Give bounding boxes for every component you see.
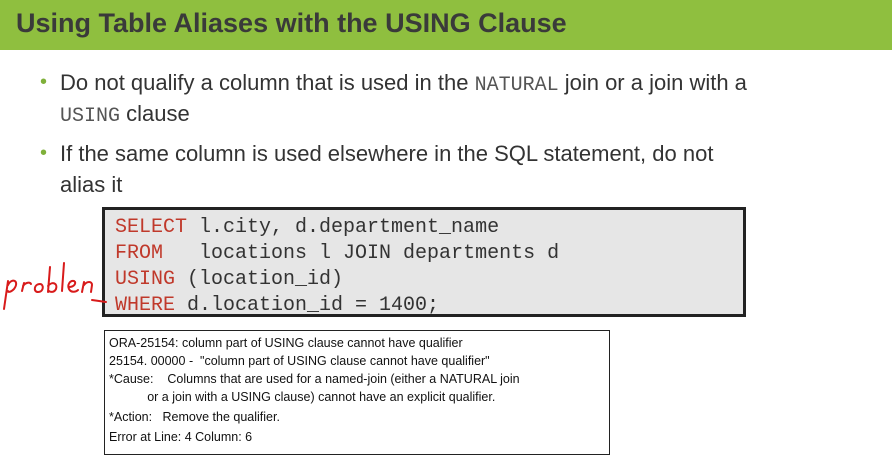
title-bar: Using Table Aliases with the USING Claus… xyxy=(0,0,892,50)
error-line-4: or a join with a USING clause) cannot ha… xyxy=(109,390,496,404)
bullet-dot-icon: • xyxy=(40,71,48,93)
error-line-5: *Action: Remove the qualifier. xyxy=(109,410,280,424)
code-line-2: FROM locations l JOIN departments d xyxy=(115,242,560,265)
error-line-3: *Cause: Columns that are used for a name… xyxy=(109,372,520,386)
slide-title: Using Table Aliases with the USING Claus… xyxy=(16,8,567,38)
bullet-2-line-2: alias it xyxy=(60,172,123,197)
code-natural: NATURAL xyxy=(474,74,559,97)
error-line-2: 25154. 00000 - "column part of USING cla… xyxy=(109,354,490,368)
code-line-3: USING (location_id) xyxy=(115,268,344,291)
code-line-4: WHERE d.location_id = 1400; xyxy=(115,294,440,317)
bullet-1-line-1: Do not qualify a column that is used in … xyxy=(60,70,747,97)
bullet-dot-icon: • xyxy=(40,142,48,164)
code-line-1: SELECT l.city, d.department_name xyxy=(115,216,500,239)
bullet-2-line-1: If the same column is used elsewhere in … xyxy=(60,141,714,166)
error-line-1: ORA-25154: column part of USING clause c… xyxy=(109,336,463,350)
sql-code-box: SELECT l.city, d.department_name FROM lo… xyxy=(102,207,746,317)
handwritten-annotation xyxy=(3,262,107,310)
code-using: USING xyxy=(60,105,121,128)
error-line-6: Error at Line: 4 Column: 6 xyxy=(109,430,253,444)
error-message-box: ORA-25154: column part of USING clause c… xyxy=(104,330,610,455)
bullet-1-line-2: USING clause xyxy=(60,101,190,128)
